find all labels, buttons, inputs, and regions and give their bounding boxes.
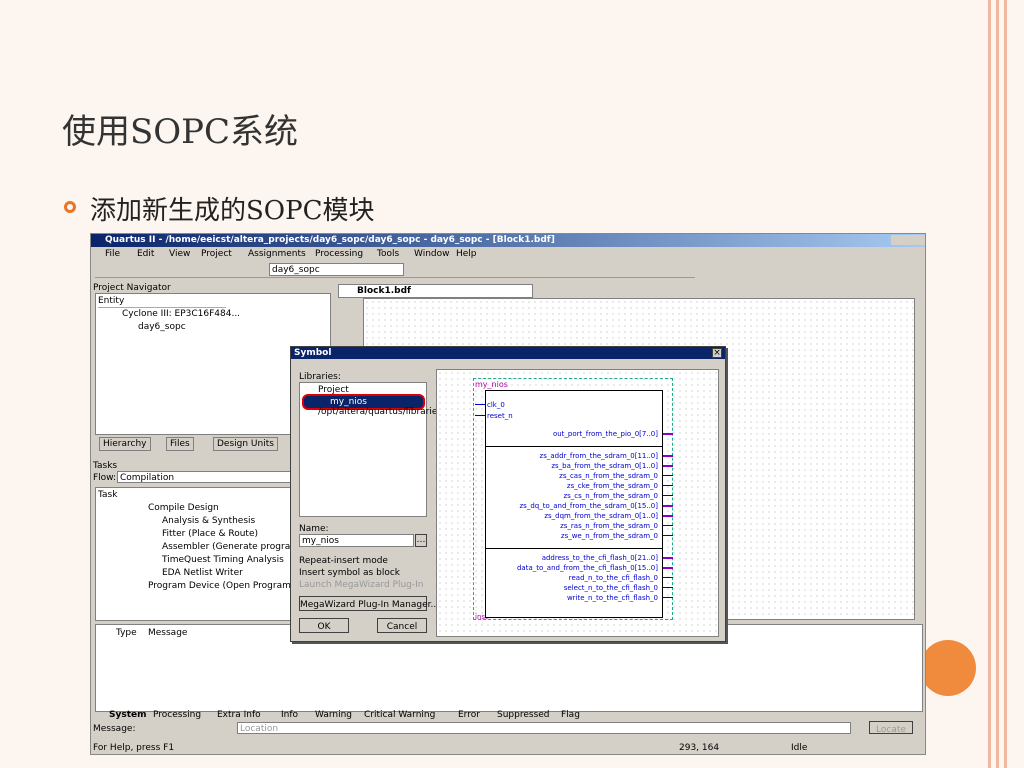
task-item[interactable]: Assembler (Generate programm (162, 541, 308, 553)
menu-view[interactable]: View (169, 248, 190, 260)
nav-tab-1[interactable]: Files (166, 437, 194, 451)
output-wire (663, 597, 673, 598)
output-wire (663, 505, 673, 507)
menu-processing[interactable]: Processing (315, 248, 363, 260)
flow-label: Flow: (93, 473, 117, 483)
ok-button[interactable]: OK (299, 618, 349, 633)
libraries-tree: Project my_nios /opt/altera/quartus/libr… (299, 382, 445, 517)
menu-file[interactable]: File (105, 248, 120, 260)
entity-item[interactable]: day6_sopc (138, 321, 186, 333)
task-item[interactable]: Analysis & Synthesis (162, 515, 255, 527)
output-wire (663, 577, 673, 578)
output-wire (663, 433, 673, 435)
locate-button[interactable]: Locate (869, 721, 913, 735)
opt-repeat[interactable]: Repeat-insert mode (299, 555, 388, 567)
nav-tab-2[interactable]: Design Units (213, 437, 278, 451)
dialog-title: Symbol (291, 347, 725, 359)
output-wire (663, 557, 673, 559)
menu-edit[interactable]: Edit (137, 248, 154, 260)
msg-tab-8[interactable]: Flag (561, 709, 580, 721)
quartus-window: Quartus II - /home/eeicst/altera_project… (90, 233, 926, 755)
window-controls[interactable] (891, 235, 925, 245)
task-item[interactable]: Compile Design (148, 502, 219, 514)
output-wire (663, 495, 673, 496)
symbol-preview: my_nios inst clk_0 reset_n out_port_from_t… (436, 369, 719, 637)
input-wire (475, 415, 485, 416)
msg-tab-5[interactable]: Critical Warning (364, 709, 435, 721)
output-wire (663, 515, 673, 517)
msg-tab-4[interactable]: Warning (315, 709, 352, 721)
toolbar: day6_sopc (95, 262, 695, 278)
msg-col-type: Type (116, 628, 137, 638)
msg-tab-6[interactable]: Error (458, 709, 480, 721)
section-divider (485, 548, 663, 549)
status-help: For Help, press F1 (93, 743, 175, 753)
task-item[interactable]: Program Device (Open Programme (148, 580, 305, 592)
cancel-button[interactable]: Cancel (377, 618, 427, 633)
tree-libraries[interactable]: /opt/altera/quartus/libraries/ (318, 406, 445, 418)
msg-tab-3[interactable]: Info (281, 709, 298, 721)
entity-col: Entity (98, 295, 226, 308)
msg-tab-7[interactable]: Suppressed (497, 709, 550, 721)
nav-tab-0[interactable]: Hierarchy (99, 437, 151, 451)
port-out: zs_we_n_from_the_sdram_0 (560, 532, 658, 540)
bullet-icon (64, 201, 76, 213)
output-wire (663, 475, 673, 476)
decor-circle (920, 640, 976, 696)
port-in: reset_n (487, 412, 513, 420)
output-wire (663, 465, 673, 467)
msg-tab-1[interactable]: Processing (153, 709, 201, 721)
status-coords: 293, 164 (679, 743, 720, 753)
output-wire (663, 455, 673, 457)
menu-help[interactable]: Help (456, 248, 477, 260)
task-header: Task (98, 490, 118, 500)
output-wire (663, 485, 673, 486)
output-wire (663, 587, 673, 588)
task-item[interactable]: Fitter (Place & Route) (162, 528, 258, 540)
opt-block[interactable]: Insert symbol as block (299, 567, 400, 579)
task-item[interactable]: EDA Netlist Writer (162, 567, 243, 579)
msg-tab-0[interactable]: System (109, 709, 147, 721)
opt-megawizard[interactable]: Launch MegaWizard Plug-In (299, 579, 424, 591)
tab-block1[interactable]: Block1.bdf (338, 284, 533, 298)
section-divider (485, 446, 663, 447)
port-out: out_port_from_the_pio_0[7..0] (552, 430, 658, 438)
browse-button[interactable]: … (415, 534, 427, 547)
output-wire (663, 525, 673, 526)
menu-window[interactable]: Window (414, 248, 450, 260)
bullet-text: 添加新生成的SOPC模块 (90, 196, 375, 226)
task-item[interactable]: TimeQuest Timing Analysis (162, 554, 284, 566)
tasks-title: Tasks (93, 461, 118, 471)
msg-col-message: Message (148, 628, 188, 638)
flow-select[interactable]: Compilation (117, 471, 297, 483)
location-input[interactable]: Location (237, 722, 851, 734)
dialog-close-icon[interactable]: × (712, 348, 722, 358)
window-title: Quartus II - /home/eeicst/altera_project… (91, 234, 925, 247)
name-input[interactable]: my_nios (299, 534, 414, 547)
device-item[interactable]: Cyclone III: EP3C16F484... (122, 308, 240, 320)
slide-title: 使用SOPC系统 (62, 112, 299, 152)
output-wire (663, 535, 673, 536)
input-wire (475, 404, 485, 405)
megawizard-button[interactable]: MegaWizard Plug-In Manager... (299, 596, 439, 611)
menu-assignments[interactable]: Assignments (248, 248, 306, 260)
symbol-dialog: Symbol × Libraries: Project my_nios /opt… (290, 346, 726, 642)
project-combo[interactable]: day6_sopc (269, 263, 404, 276)
status-state: Idle (791, 743, 808, 753)
msg-tab-2[interactable]: Extra Info (217, 709, 261, 721)
message-label: Message: (93, 724, 136, 734)
port-out: write_n_to_the_cfi_flash_0 (566, 594, 658, 602)
menu-tools[interactable]: Tools (377, 248, 399, 260)
output-wire (663, 567, 673, 569)
menu-project[interactable]: Project (201, 248, 232, 260)
